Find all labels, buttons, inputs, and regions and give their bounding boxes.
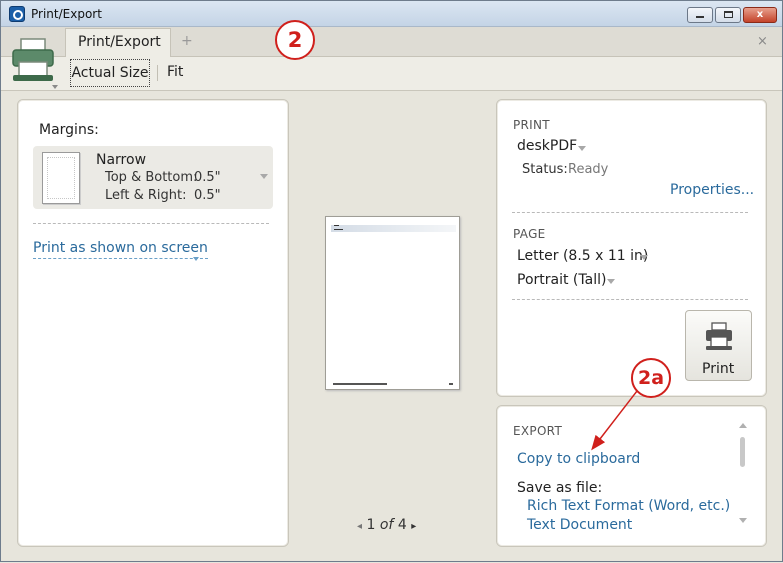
window-title: Print/Export	[31, 7, 102, 21]
maximize-button[interactable]	[715, 7, 741, 23]
add-tab-button[interactable]: +	[181, 33, 193, 49]
preview-text-line	[334, 225, 339, 226]
annotation-callout: 2a	[631, 358, 671, 398]
chevron-down-icon	[193, 257, 199, 261]
scrollbar-thumb[interactable]	[740, 437, 745, 467]
printer-status-label: Status:	[522, 162, 568, 177]
preview-header-band	[331, 225, 456, 232]
export-format-rtf-link[interactable]: Rich Text Format (Word, etc.)	[527, 498, 730, 514]
total-pages: 4	[397, 517, 407, 533]
printer-dropdown[interactable]: deskPDF	[517, 138, 577, 154]
fit-button[interactable]: Fit	[167, 64, 183, 80]
divider	[512, 299, 748, 300]
next-page-icon[interactable]: ▸	[411, 521, 416, 532]
page-navigator: ◂ 1 of 4 ▸	[357, 517, 416, 533]
margin-left-right-label: Left & Right:	[105, 188, 187, 203]
margins-label: Margins:	[39, 122, 99, 138]
margin-top-bottom-value: 0.5"	[194, 170, 221, 185]
chevron-down-icon	[578, 146, 586, 151]
margin-left-right-value: 0.5"	[194, 188, 221, 203]
preview-page-number	[449, 383, 453, 385]
maximize-icon	[724, 11, 733, 18]
actual-size-button[interactable]: Actual Size	[70, 59, 150, 87]
page-thumbnail-icon	[42, 152, 80, 204]
paper-size-dropdown[interactable]: Letter (8.5 x 11 in)	[517, 248, 648, 264]
printer-status-value: Ready	[568, 162, 609, 177]
current-page: 1	[366, 517, 376, 533]
copy-to-clipboard-link[interactable]: Copy to clipboard	[517, 451, 640, 467]
close-window-button[interactable]: x	[743, 7, 777, 23]
scroll-up-icon[interactable]	[739, 423, 747, 428]
print-export-window: Print/Export x Print/Export + × Actual S…	[0, 0, 783, 562]
chevron-down-icon	[260, 174, 268, 179]
title-bar	[1, 1, 782, 27]
minimize-icon	[696, 16, 704, 18]
margin-top-bottom-label: Top & Bottom:	[105, 170, 198, 185]
export-section-heading: EXPORT	[513, 424, 563, 438]
prev-page-icon[interactable]: ◂	[357, 521, 362, 532]
divider	[33, 223, 269, 224]
toolbar-divider	[157, 65, 158, 81]
page-preview	[325, 216, 460, 390]
print-button-label: Print	[702, 361, 735, 377]
print-section-heading: PRINT	[513, 118, 550, 132]
printer-icon[interactable]	[7, 33, 61, 91]
save-as-file-label: Save as file:	[517, 480, 603, 496]
annotation-callout: 2	[275, 20, 315, 60]
chevron-down-icon	[607, 279, 615, 284]
printer-icon	[706, 322, 732, 350]
scroll-down-icon[interactable]	[739, 518, 747, 523]
close-icon: x	[756, 9, 764, 20]
minimize-button[interactable]	[687, 7, 713, 23]
page-section-heading: PAGE	[513, 227, 546, 241]
divider	[512, 212, 748, 213]
preview-text-line	[334, 229, 343, 230]
app-icon	[9, 6, 25, 22]
properties-link[interactable]: Properties...	[670, 182, 754, 198]
close-tab-button[interactable]: ×	[757, 34, 768, 49]
export-format-text-link[interactable]: Text Document	[527, 517, 632, 533]
margins-preset-name: Narrow	[96, 152, 147, 168]
preview-footer-line	[333, 383, 387, 385]
page-of-label: of	[379, 517, 394, 533]
tab-print-export-label: Print/Export	[78, 34, 161, 50]
orientation-dropdown[interactable]: Portrait (Tall)	[517, 272, 606, 288]
chevron-down-icon	[640, 255, 648, 260]
print-as-shown-link[interactable]: Print as shown on screen	[33, 240, 208, 259]
